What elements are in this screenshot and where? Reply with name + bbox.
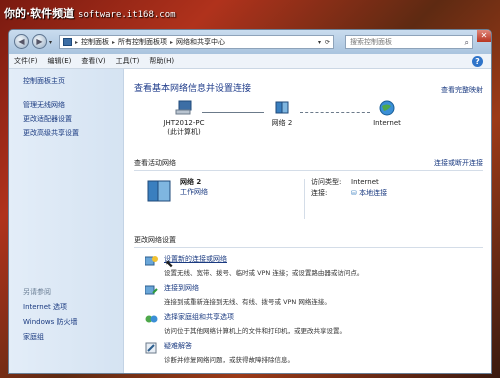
menu-view[interactable]: 查看(V) — [81, 56, 105, 66]
globe-icon — [379, 100, 395, 116]
arrow-right-icon: ▶ — [36, 37, 43, 46]
task-link[interactable]: 疑难解答 — [164, 341, 294, 351]
active-network: 网络 2 工作网络 访问类型: Internet 连接: ⛁ 本地连接 — [134, 177, 483, 227]
close-icon: ✕ — [480, 31, 488, 40]
see-also-firewall[interactable]: Windows 防火墙 — [23, 317, 77, 327]
menu-edit[interactable]: 编辑(E) — [48, 56, 72, 66]
see-also-internet-options[interactable]: Internet 选项 — [23, 302, 77, 312]
active-network-heading: 查看活动网络 — [134, 159, 176, 167]
search-input[interactable]: 搜索控制面板 ⌕ — [345, 35, 473, 49]
network-icon — [275, 101, 289, 114]
control-panel-icon — [63, 38, 72, 46]
task-link[interactable]: 连接到网络 — [164, 283, 331, 293]
connection-label: 连接: — [311, 189, 328, 197]
cursor-icon: ⬉ — [165, 259, 174, 270]
help-icon[interactable]: ? — [472, 55, 483, 67]
task-desc: 访问位于其他网络计算机上的文件和打印机，或更改共享设置。 — [164, 327, 346, 335]
refresh-icon[interactable]: ⟳ — [325, 39, 330, 46]
internet-label: Internet — [373, 119, 401, 127]
content-area: 控制面板主页 管理无线网络 更改适配器设置 更改高级共享设置 另请参阅 Inte… — [9, 69, 491, 373]
task-new-connection[interactable]: ⬉ 设置新的连接或网络 设置无线、宽带、拨号、临时或 VPN 连接；或设置路由器… — [134, 254, 483, 277]
address-bar[interactable]: ▸ 控制面板 ▸ 所有控制面板项 ▸ 网络和共享中心 ▾ ⟳ — [59, 35, 334, 49]
network-bench-icon — [147, 180, 171, 202]
network-type-link[interactable]: 工作网络 — [180, 188, 208, 196]
active-network-name: 网络 2 — [180, 178, 202, 186]
map-node-internet[interactable]: Internet — [362, 100, 412, 128]
connect-disconnect-link[interactable]: 连接或断开连接 — [434, 158, 483, 168]
arrow-left-icon: ◀ — [18, 37, 25, 46]
menu-tools[interactable]: 工具(T) — [116, 56, 140, 66]
homegroup-icon — [145, 313, 158, 325]
breadcrumb-separator-icon[interactable]: ▸ — [75, 39, 78, 46]
adapter-icon: ⛁ — [351, 189, 360, 197]
sidebar: 控制面板主页 管理无线网络 更改适配器设置 更改高级共享设置 另请参阅 Inte… — [9, 69, 124, 373]
access-type-label: 访问类型: — [311, 178, 342, 186]
breadcrumb-item[interactable]: 控制面板 — [81, 37, 109, 47]
task-desc: 连接到或重新连接到无线、有线、拨号或 VPN 网络连接。 — [164, 298, 331, 306]
titlebar: ✕ ◀ ▶ ▾ ▸ 控制面板 ▸ 所有控制面板项 ▸ 网络和共享中心 ▾ ⟳ 搜… — [9, 30, 491, 54]
connection-line — [202, 112, 264, 113]
forward-button[interactable]: ▶ — [32, 34, 47, 49]
access-type-value: Internet — [351, 178, 379, 186]
network-identity: 网络 2 工作网络 — [134, 177, 304, 227]
network-name: 网络 2 — [271, 119, 293, 127]
menu-bar: 文件(F) 编辑(E) 查看(V) 工具(T) 帮助(H) ? — [9, 54, 491, 69]
task-link[interactable]: 选择家庭组和共享选项 — [164, 312, 346, 322]
connect-network-icon — [144, 284, 158, 296]
page-title: 查看基本网络信息并设置连接 — [134, 84, 252, 94]
search-icon[interactable]: ⌕ — [465, 37, 469, 49]
main-panel: 查看基本网络信息并设置连接 查看完整映射 JHT2012-PC (此计算机) 网… — [124, 69, 491, 373]
change-settings-title: 更改网络设置 — [134, 235, 483, 248]
see-also-homegroup[interactable]: 家庭组 — [23, 332, 77, 342]
back-button[interactable]: ◀ — [14, 34, 29, 49]
watermark-site: software.it168.com — [78, 10, 176, 20]
task-connect-network[interactable]: 连接到网络 连接到或重新连接到无线、有线、拨号或 VPN 网络连接。 — [134, 283, 483, 306]
connection-line — [300, 112, 370, 113]
breadcrumb-separator-icon[interactable]: ▸ — [170, 39, 173, 46]
network-details: 访问类型: Internet 连接: ⛁ 本地连接 — [305, 177, 387, 227]
pc-sub: (此计算机) — [167, 128, 201, 136]
pc-name: JHT2012-PC — [163, 119, 205, 127]
close-button[interactable]: ✕ — [477, 30, 491, 42]
local-connection-link[interactable]: 本地连接 — [359, 189, 387, 197]
task-troubleshoot[interactable]: 疑难解答 诊断并修复网络问题，或获得故障排除信息。 — [134, 341, 483, 364]
task-homegroup[interactable]: 选择家庭组和共享选项 访问位于其他网络计算机上的文件和打印机，或更改共享设置。 — [134, 312, 483, 335]
watermark: 你的·软件频道 software.it168.com — [4, 5, 176, 21]
task-desc: 诊断并修复网络问题，或获得故障排除信息。 — [164, 356, 294, 364]
search-placeholder: 搜索控制面板 — [350, 38, 392, 46]
computer-icon — [175, 100, 192, 115]
map-node-network[interactable]: 网络 2 — [262, 100, 302, 128]
see-also: 另请参阅 Internet 选项 Windows 防火墙 家庭组 — [23, 287, 77, 347]
breadcrumb-separator-icon[interactable]: ▸ — [112, 39, 115, 46]
breadcrumb-item[interactable]: 网络和共享中心 — [176, 37, 225, 47]
sidebar-home-link[interactable]: 控制面板主页 — [23, 76, 123, 86]
network-map: JHT2012-PC (此计算机) 网络 2 Internet — [134, 100, 483, 158]
menu-help[interactable]: 帮助(H) — [149, 56, 174, 66]
map-node-pc[interactable]: JHT2012-PC (此计算机) — [154, 100, 214, 137]
sidebar-item-wireless[interactable]: 管理无线网络 — [23, 100, 123, 110]
new-connection-icon: ⬉ — [144, 255, 173, 270]
troubleshoot-icon — [145, 342, 158, 354]
active-network-header: 查看活动网络 连接或断开连接 — [134, 158, 483, 171]
recent-pages-dropdown[interactable]: ▾ — [49, 39, 52, 46]
full-map-link[interactable]: 查看完整映射 — [441, 85, 483, 95]
address-dropdown-icon[interactable]: ▾ — [318, 39, 321, 46]
task-link[interactable]: 设置新的连接或网络 — [164, 254, 363, 264]
see-also-title: 另请参阅 — [23, 288, 51, 296]
explorer-window: ✕ ◀ ▶ ▾ ▸ 控制面板 ▸ 所有控制面板项 ▸ 网络和共享中心 ▾ ⟳ 搜… — [8, 29, 492, 374]
sidebar-item-adapter[interactable]: 更改适配器设置 — [23, 114, 123, 124]
task-desc: 设置无线、宽带、拨号、临时或 VPN 连接；或设置路由器或访问点。 — [164, 269, 364, 277]
breadcrumb-item[interactable]: 所有控制面板项 — [118, 37, 167, 47]
menu-file[interactable]: 文件(F) — [14, 56, 38, 66]
watermark-prefix: 你的·软件频道 — [4, 7, 75, 20]
sidebar-item-sharing[interactable]: 更改高级共享设置 — [23, 128, 123, 138]
